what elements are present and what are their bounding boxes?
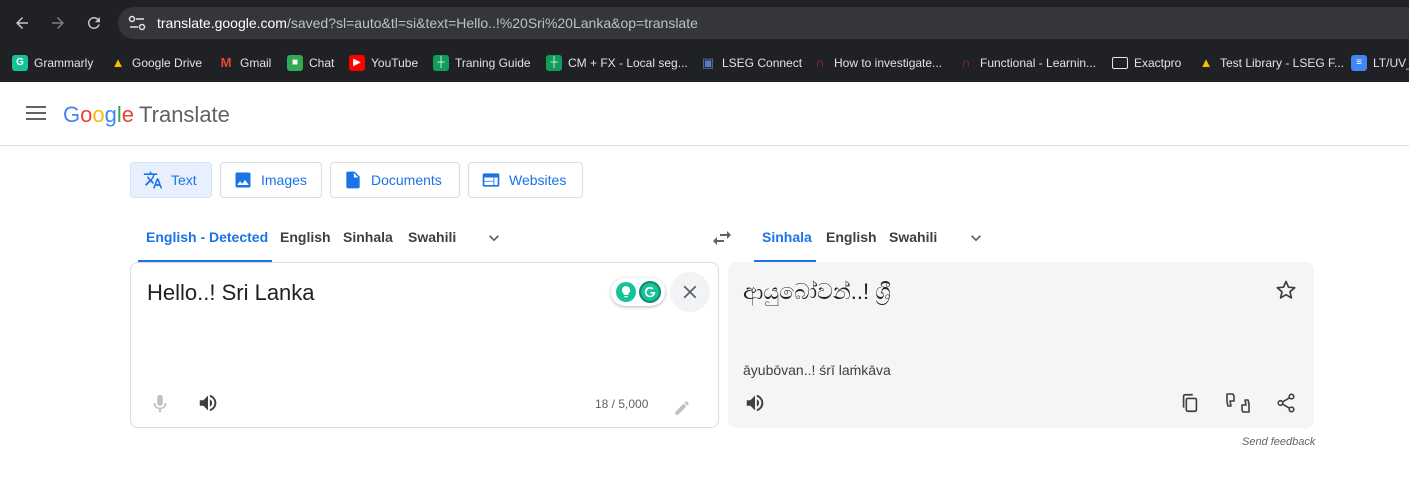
pencil-icon[interactable] (673, 399, 691, 417)
document-icon (343, 170, 363, 190)
reload-icon[interactable] (83, 12, 105, 34)
sheets-icon: ┼ (433, 55, 449, 71)
chevron-down-icon[interactable] (966, 228, 986, 248)
bookmark-label: Exactpro (1134, 56, 1182, 70)
bookmark-item[interactable]: ┼ Traning Guide (433, 54, 531, 72)
google-drive-icon: ▲ (111, 55, 125, 70)
send-feedback-link[interactable]: Send feedback (1242, 436, 1315, 448)
share-icon[interactable] (1275, 392, 1297, 414)
bookmark-item[interactable]: ≡ LT/UV_ (1351, 54, 1409, 72)
bookmark-label: LSEG Connect (722, 56, 803, 70)
bookmark-label: Google Drive (132, 56, 203, 70)
bookmark-item[interactable]: Exactpro (1112, 54, 1181, 72)
mode-text-button[interactable]: Text (130, 162, 212, 198)
star-icon[interactable] (1274, 278, 1298, 302)
url-text: translate.google.com/saved?sl=auto&tl=si… (157, 15, 698, 31)
back-icon[interactable] (11, 12, 33, 34)
source-text-input[interactable]: Hello..! Sri Lanka (147, 279, 315, 307)
chevron-down-icon[interactable] (484, 228, 504, 248)
app-header: Google Translate (0, 82, 1409, 146)
romanized-text: āyubōvan..! śrī laṁkāva (743, 362, 891, 378)
bookmark-item[interactable]: ∩ Functional - Learnin... (958, 54, 1096, 72)
bookmark-label: Traning Guide (455, 56, 531, 70)
bookmark-item[interactable]: ∩ How to investigate... (812, 54, 942, 72)
tab-source-sinhala[interactable]: Sinhala (343, 220, 393, 262)
mode-documents-button[interactable]: Documents (330, 162, 460, 198)
bookmark-label: Chat (309, 56, 335, 70)
swap-languages-icon[interactable] (710, 226, 734, 250)
bookmark-item[interactable]: ▲ Test Library - LSEG F... (1198, 54, 1344, 72)
translate-icon (143, 170, 163, 190)
character-count: 18 / 5,000 (595, 397, 649, 411)
translation-text: ආයුබෝවන්..! ශ්‍රී (743, 279, 891, 304)
site-settings-icon[interactable] (128, 15, 146, 31)
source-text-panel[interactable]: Hello..! Sri Lanka 18 / 5,000 (130, 262, 719, 428)
bookmark-label: CM + FX - Local seg... (568, 56, 688, 70)
speaker-icon[interactable] (744, 392, 766, 414)
tab-source-swahili[interactable]: Swahili (408, 220, 456, 262)
tab-source-detected[interactable]: English - Detected (138, 220, 272, 262)
mode-images-button[interactable]: Images (220, 162, 322, 198)
tab-source-english[interactable]: English (280, 220, 331, 262)
close-icon (683, 285, 697, 299)
bookmark-label: Grammarly (34, 56, 94, 70)
youtube-icon: ▶ (349, 55, 365, 71)
bookmark-label: YouTube (371, 56, 419, 70)
bookmark-item[interactable]: M Gmail (218, 54, 272, 72)
bookmark-item[interactable]: ▲ Google Drive (110, 54, 202, 72)
forward-icon[interactable] (47, 12, 69, 34)
image-icon (233, 170, 253, 190)
copy-icon[interactable] (1179, 392, 1201, 414)
google-chat-icon: ■ (287, 55, 303, 71)
bookmark-item[interactable]: ┼ CM + FX - Local seg... (546, 54, 688, 72)
clear-source-button[interactable] (670, 272, 710, 312)
tab-target-swahili[interactable]: Swahili (889, 220, 937, 262)
google-translate-logo[interactable]: Google Translate (63, 101, 230, 129)
bookmark-label: Gmail (240, 56, 272, 70)
rate-translation-icon[interactable] (1225, 392, 1251, 414)
lightbulb-icon (615, 282, 636, 302)
google-drive-icon: ▲ (1199, 55, 1213, 70)
headset-icon: ∩ (961, 55, 971, 70)
bookmark-label: How to investigate... (834, 56, 943, 70)
gmail-icon: M (220, 55, 232, 70)
main-menu-button[interactable] (24, 102, 48, 126)
headset-icon: ∩ (815, 55, 825, 70)
bookmark-label: Test Library - LSEG F... (1220, 56, 1345, 70)
sheets-icon: ┼ (546, 55, 562, 71)
microphone-icon[interactable] (149, 392, 171, 416)
translation-panel: ආයුබෝවන්..! ශ්‍රී āyubōvan..! śrī laṁkāv… (728, 262, 1314, 428)
bookmarks-bar: G Grammarly ▲ Google Drive M Gmail ■ Chat ▶ YouTu… (0, 45, 1409, 82)
lock-icon: ▣ (701, 55, 715, 70)
bookmark-item[interactable]: ■ Chat (287, 54, 334, 72)
website-icon (481, 170, 501, 190)
bookmark-item[interactable]: G Grammarly (12, 54, 93, 72)
tab-target-sinhala[interactable]: Sinhala (754, 220, 816, 262)
bookmark-label: LT/UV_ (1373, 56, 1409, 70)
folder-icon (1112, 57, 1128, 69)
bookmark-label: Functional - Learnin... (980, 56, 1097, 70)
grammarly-icon: G (12, 55, 28, 71)
mode-websites-button[interactable]: Websites (468, 162, 583, 198)
bookmark-item[interactable]: ▣ LSEG Connect (700, 54, 802, 72)
speaker-icon[interactable] (197, 392, 219, 414)
grammarly-widget[interactable] (611, 278, 665, 306)
bookmark-item[interactable]: ▶ YouTube (349, 54, 418, 72)
tab-target-english[interactable]: English (826, 220, 877, 262)
address-bar[interactable]: translate.google.com/saved?sl=auto&tl=si… (118, 7, 1409, 39)
docs-icon: ≡ (1351, 55, 1367, 71)
grammarly-icon (638, 281, 661, 303)
browser-toolbar: translate.google.com/saved?sl=auto&tl=si… (0, 0, 1409, 45)
